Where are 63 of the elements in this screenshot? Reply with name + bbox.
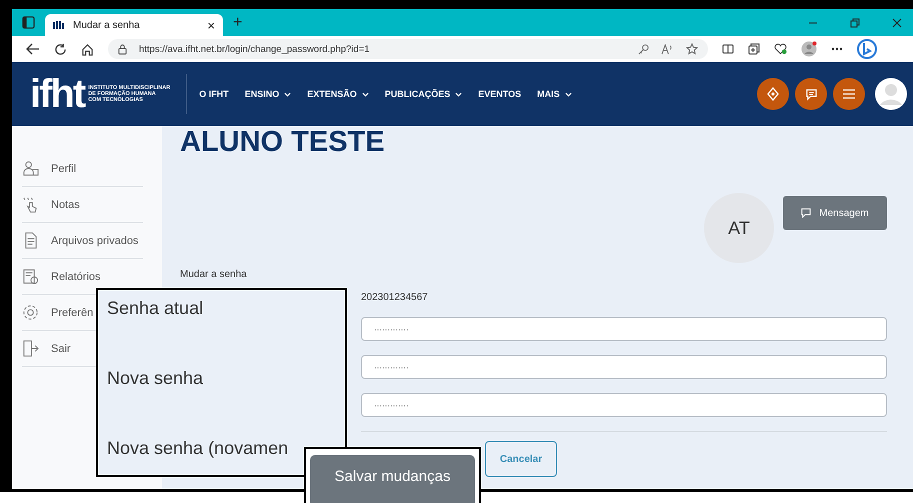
heartbeat-icon[interactable] xyxy=(774,43,787,55)
sidebar-item[interactable]: Sair xyxy=(22,340,71,357)
message-button[interactable]: Mensagem xyxy=(783,196,887,230)
sidebar-item[interactable]: Preferên xyxy=(22,304,94,321)
logo-text[interactable]: ifht xyxy=(30,74,84,114)
chat-icon xyxy=(801,208,812,218)
close-tab-button[interactable]: × xyxy=(207,18,215,32)
profile-name: ALUNO TESTE xyxy=(180,126,386,158)
save-button[interactable]: Salvar mudanças xyxy=(310,455,475,503)
sidebar-item[interactable]: Perfil xyxy=(22,160,76,177)
home-icon[interactable] xyxy=(81,42,94,56)
more-icon[interactable] xyxy=(831,47,843,51)
password-field[interactable]: ············· xyxy=(361,393,887,417)
field-label: Nova senha (novamen xyxy=(107,438,290,459)
nav-item[interactable]: PUBLICAÇÕES xyxy=(384,89,462,99)
menu-icon xyxy=(842,88,856,100)
password-field[interactable]: ············· xyxy=(361,355,887,379)
key-icon[interactable] xyxy=(638,44,649,54)
report-icon xyxy=(22,268,39,285)
nav-item[interactable]: EXTENSÃO xyxy=(307,89,369,99)
nav-item[interactable]: O IFHT xyxy=(199,89,229,99)
form-title: Mudar a senha xyxy=(180,269,248,280)
field-label: Nova senha xyxy=(107,368,204,389)
url-text: https://ava.ifht.net.br/login/change_password.php?id=1 xyxy=(139,44,370,54)
caret-icon xyxy=(362,92,369,96)
profile-icon[interactable] xyxy=(801,41,817,57)
user-avatar-icon[interactable] xyxy=(875,78,907,110)
notifications-button[interactable] xyxy=(757,78,789,110)
password-field[interactable]: ············· xyxy=(361,317,887,341)
chat-icon xyxy=(804,88,818,100)
nav-item[interactable]: EVENTOS xyxy=(478,89,522,99)
nav-item[interactable]: MAIS xyxy=(537,89,572,99)
tab-actions-icon[interactable] xyxy=(22,16,35,29)
menu-button[interactable] xyxy=(833,78,865,110)
tab-title: Mudar a senha xyxy=(73,20,141,30)
caret-icon xyxy=(455,92,462,96)
lock-icon xyxy=(118,44,127,54)
address-bar[interactable]: https://ava.ifht.net.br/login/change_password.php?id=1 xyxy=(108,39,708,59)
close-icon[interactable] xyxy=(892,18,902,28)
field-label: Senha atual xyxy=(107,298,204,319)
nav-item[interactable]: ENSINO xyxy=(244,89,292,99)
initials-avatar: AT xyxy=(704,193,774,263)
caret-icon xyxy=(564,92,572,96)
exit-door-icon xyxy=(22,340,39,357)
sidebar-item[interactable]: Arquivos privados xyxy=(22,232,138,249)
split-screen-icon[interactable] xyxy=(722,43,734,55)
caret-icon xyxy=(284,92,292,96)
site-favicon-icon xyxy=(53,21,65,29)
star-icon[interactable] xyxy=(686,43,698,55)
username-text: 202301234567 xyxy=(361,292,428,303)
sidebar-item[interactable]: Notas xyxy=(22,196,80,213)
new-tab-button[interactable]: + xyxy=(233,14,242,30)
browser-tab[interactable]: Mudar a senha × xyxy=(45,14,223,36)
back-arrow-icon[interactable] xyxy=(26,42,40,56)
restore-icon[interactable] xyxy=(850,18,860,28)
refresh-icon[interactable] xyxy=(54,42,67,56)
read-aloud-icon[interactable] xyxy=(661,44,674,54)
messages-button[interactable] xyxy=(795,78,827,110)
collections-icon[interactable] xyxy=(748,43,760,55)
diamond-icon xyxy=(766,87,780,101)
sidebar-item[interactable]: Relatórios xyxy=(22,268,101,285)
profile-icon xyxy=(22,160,39,177)
gear-icon xyxy=(22,304,39,321)
